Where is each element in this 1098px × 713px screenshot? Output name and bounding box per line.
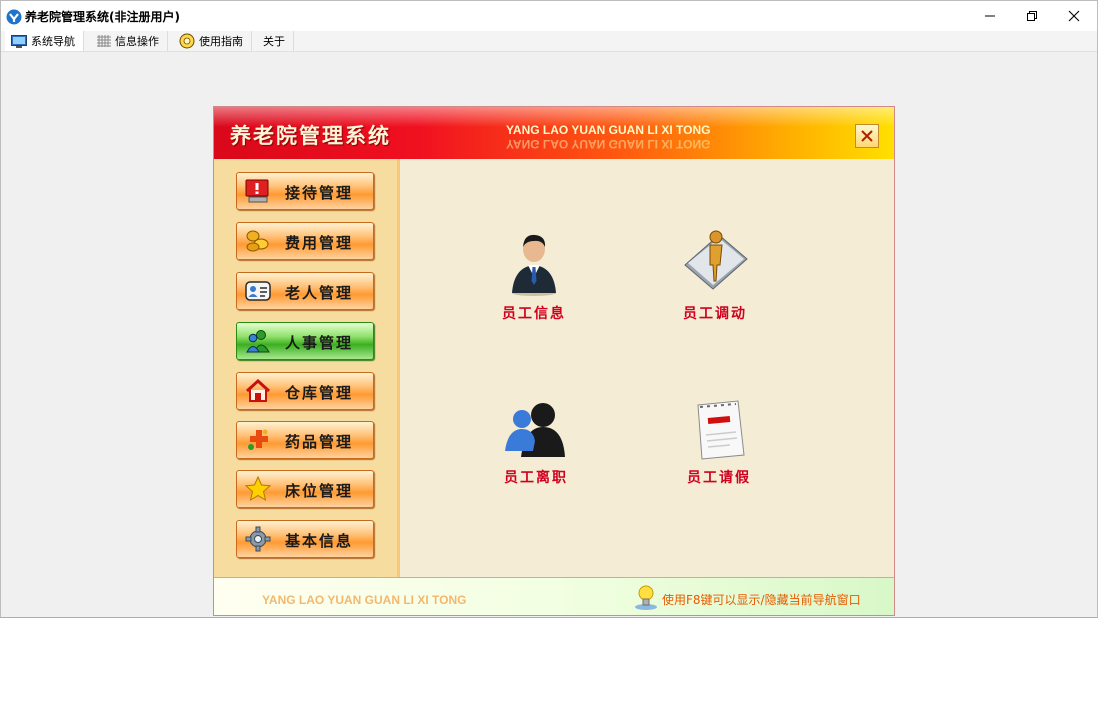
monitor-icon [11,34,27,48]
reception-icon [245,179,269,203]
menu-label: 系统导航 [31,35,75,48]
menu-bar: 系统导航 信息操作 使用指南 关于 [1,31,1097,52]
function-area: 员工信息 员工调动 员工离职 员工请假 [400,159,894,577]
nav-label: 费用管理 [285,234,354,252]
panel-subtitle-reflection: YANG LAO YUAN GUAN LI XI TONG [506,137,711,151]
nav-label: 人事管理 [285,334,354,352]
close-icon [1068,10,1080,22]
footer-subtitle-en: YANG LAO YUAN GUAN LI XI TONG [262,593,467,607]
panel-title: 养老院管理系统 [230,124,391,148]
window-title: 养老院管理系统(非注册用户) [25,10,180,24]
lightbulb-icon [635,585,657,610]
close-window-button[interactable] [1051,1,1097,31]
panel-subtitle-en: YANG LAO YUAN GUAN LI XI TONG [506,123,711,137]
menu-label: 信息操作 [115,35,159,48]
function-employee-resign[interactable]: 员工离职 [481,395,591,487]
app-logo-icon [6,9,22,25]
home-icon [245,378,271,402]
gear-icon [245,526,271,552]
nav-label: 床位管理 [285,482,354,500]
menu-label: 使用指南 [199,35,243,48]
panel-banner: 养老院管理系统 YANG LAO YUAN GUAN LI XI TONG YA… [214,107,894,159]
nav-button-personnel[interactable]: 人事管理 [236,322,374,360]
nav-button-elders[interactable]: 老人管理 [236,272,374,310]
nav-button-fees[interactable]: 费用管理 [236,222,374,260]
minimize-icon [985,15,995,17]
close-icon [861,130,873,142]
grid-icon [97,35,111,47]
menu-info-ops[interactable]: 信息操作 [91,31,168,51]
nav-button-beds[interactable]: 床位管理 [236,470,374,508]
nav-label: 基本信息 [285,532,354,550]
user-group-icon [505,403,565,457]
medicine-icon [248,429,268,450]
transfer-icon [684,230,748,290]
leave-calendar-icon [697,400,745,460]
function-label: 员工信息 [502,306,566,322]
function-employee-info[interactable]: 员工信息 [479,225,589,323]
businessman-icon [512,234,556,296]
nav-label: 仓库管理 [285,384,354,402]
menu-system-nav[interactable]: 系统导航 [5,31,84,51]
minimize-button[interactable] [967,1,1013,31]
menu-user-guide[interactable]: 使用指南 [175,31,252,51]
nav-button-warehouse[interactable]: 仓库管理 [236,372,374,410]
title-bar: 养老院管理系统(非注册用户) [1,1,1097,31]
restore-button[interactable] [1009,1,1055,31]
nav-button-medicine[interactable]: 药品管理 [236,421,374,459]
restore-icon [1027,11,1037,21]
function-employee-transfer[interactable]: 员工调动 [660,225,770,323]
nav-button-basic-info[interactable]: 基本信息 [236,520,374,558]
coins-icon [246,230,269,252]
nav-label: 接待管理 [285,184,354,202]
function-employee-leave[interactable]: 员工请假 [664,395,774,487]
menu-about[interactable]: 关于 [255,31,294,51]
nav-label: 药品管理 [285,433,354,451]
menu-label: 关于 [263,35,285,48]
function-label: 员工请假 [687,470,751,486]
panel-footer: YANG LAO YUAN GUAN LI XI TONG 使用F8键可以显示/… [214,577,894,615]
panel-close-button[interactable] [855,124,879,148]
navigation-panel: 养老院管理系统 YANG LAO YUAN GUAN LI XI TONG YA… [213,106,895,616]
function-label: 员工调动 [683,306,747,322]
function-label: 员工离职 [504,470,568,486]
nav-sidebar: 接待管理 费用管理 老人管理 人事管理 仓库管理 药品管理 床位管理 基本信息 [214,159,400,577]
nav-button-reception[interactable]: 接待管理 [236,172,374,210]
users-icon [246,330,270,353]
id-card-icon [245,281,271,301]
footer-hint: 使用F8键可以显示/隐藏当前导航窗口 [662,593,861,607]
star-icon [245,476,271,502]
guide-icon [179,33,195,49]
nav-label: 老人管理 [285,284,354,302]
